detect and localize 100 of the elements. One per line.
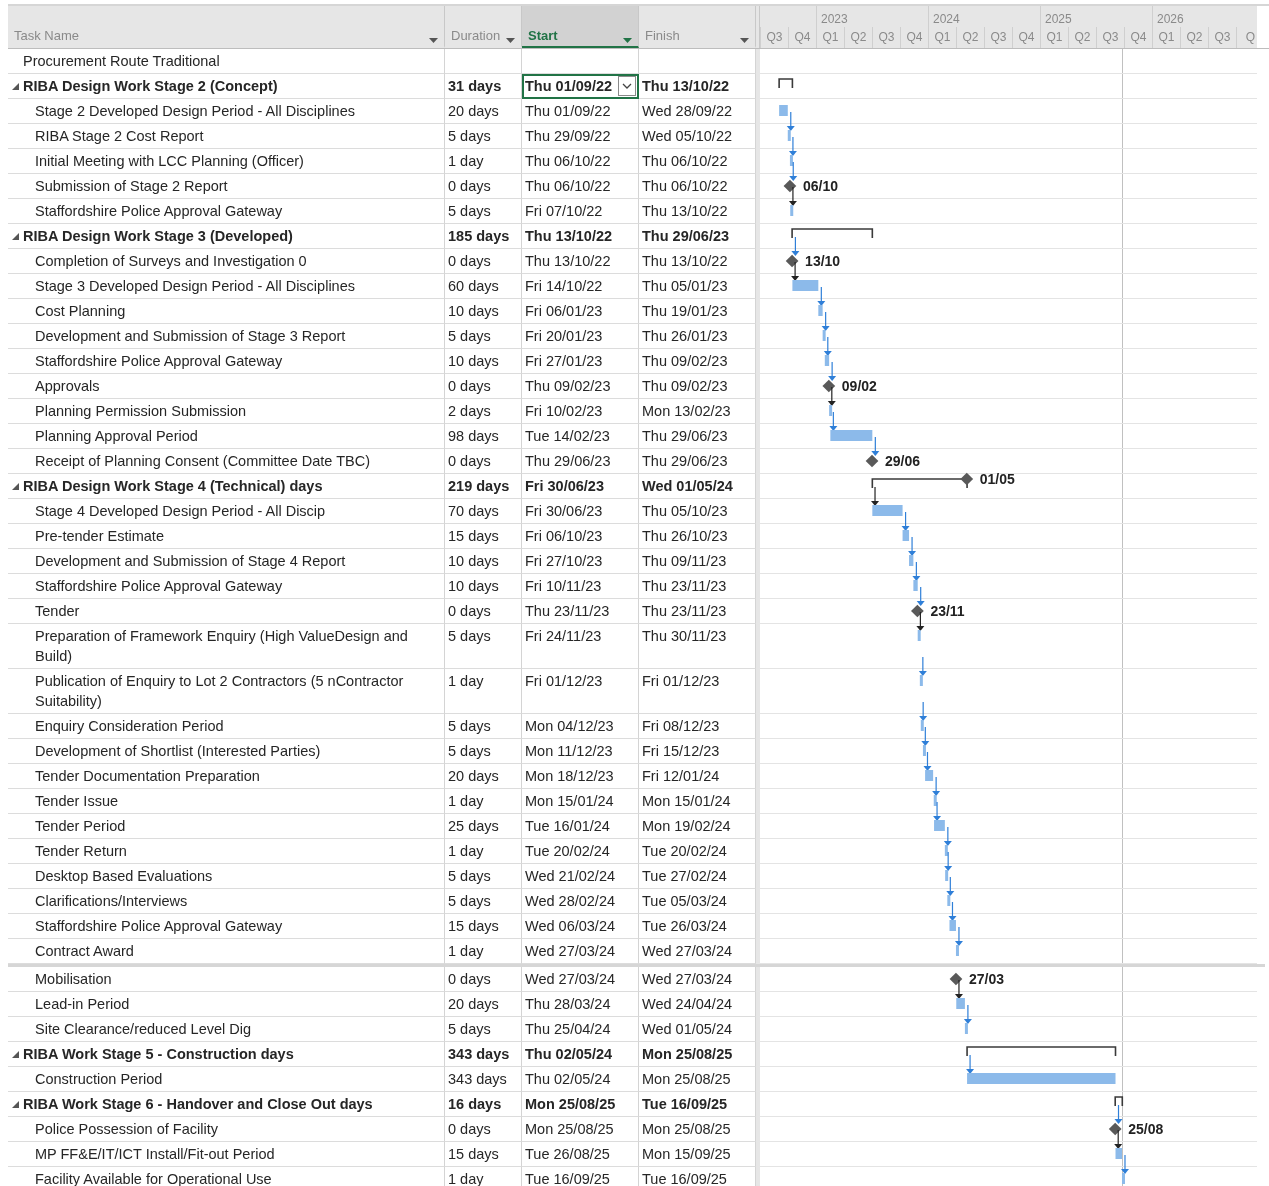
start-date-cell[interactable]: Thu 01/09/22 (522, 74, 639, 99)
start-date-text: Wed 21/02/24 (525, 867, 616, 886)
start-date-cell[interactable]: Tue 14/02/23 (522, 424, 639, 449)
task-name: Stage 4 Developed Design Period - All Discip (34, 502, 326, 521)
task-name: Procurement Route Traditional (22, 52, 220, 71)
start-date-text: Tue 14/02/23 (525, 427, 610, 446)
milestone-date-label: 09/02 (841, 378, 877, 394)
start-date-text: Wed 28/02/24 (525, 892, 616, 911)
collapse-triangle-icon[interactable] (12, 82, 19, 90)
start-date-text: Thu 06/10/22 (525, 177, 611, 196)
start-date-cell[interactable]: Fri 01/12/23 (522, 669, 639, 714)
task-name: Completion of Surveys and Investigation 0 (34, 252, 307, 271)
task-bar (945, 870, 949, 881)
start-date-cell[interactable]: Thu 01/09/22 (522, 99, 639, 124)
task-name: Publication of Enquiry to Lot 2 Contractors (5 nContractor Suitability) (34, 672, 405, 711)
column-header[interactable]: Start (522, 6, 639, 48)
task-name: Planning Approval Period (34, 427, 198, 446)
dependency-arrow (821, 311, 830, 331)
start-date-text: Wed 27/03/24 (525, 942, 616, 961)
start-date-cell[interactable]: Fri 10/11/23 (522, 574, 639, 599)
duration-cell: 5 days (445, 889, 522, 914)
start-date-cell[interactable]: Thu 09/02/23 (522, 374, 639, 399)
collapse-triangle-icon[interactable] (12, 232, 19, 240)
start-date-cell[interactable]: Thu 13/10/22 (522, 224, 639, 249)
task-name: Staffordshire Police Approval Gateway (34, 577, 283, 596)
collapse-triangle-icon[interactable] (12, 482, 19, 490)
task-bar (909, 555, 914, 566)
start-date-cell[interactable]: Tue 20/02/24 (522, 839, 639, 864)
start-date-cell[interactable]: Thu 23/11/23 (522, 599, 639, 624)
start-date-cell[interactable] (522, 49, 639, 74)
duration-cell: 10 days (445, 549, 522, 574)
task-name: Development and Submission of Stage 3 Report (34, 327, 346, 346)
start-date-cell[interactable]: Mon 15/01/24 (522, 789, 639, 814)
quarter-label: Q3 (990, 30, 1007, 44)
start-date-cell[interactable]: Thu 06/10/22 (522, 174, 639, 199)
start-date-cell[interactable]: Tue 26/08/25 (522, 1142, 639, 1167)
start-date-cell[interactable]: Fri 27/01/23 (522, 349, 639, 374)
start-date-cell[interactable]: Tue 16/09/25 (522, 1167, 639, 1186)
dropdown-arrow-icon[interactable] (623, 38, 632, 43)
start-date-cell[interactable]: Tue 16/01/24 (522, 814, 639, 839)
start-date-cell[interactable]: Fri 07/10/22 (522, 199, 639, 224)
start-date-cell[interactable]: Thu 13/10/22 (522, 249, 639, 274)
duration-cell: 10 days (445, 349, 522, 374)
dropdown-arrow-icon[interactable] (740, 38, 749, 43)
start-date-cell[interactable]: Fri 30/06/23 (522, 474, 639, 499)
duration-cell: 0 days (445, 374, 522, 399)
duration-cell: 25 days (445, 814, 522, 839)
start-date-text: Thu 09/02/23 (525, 377, 611, 396)
duration-cell: 5 days (445, 324, 522, 349)
start-date-text: Fri 30/06/23 (525, 502, 603, 521)
start-date-cell[interactable]: Mon 18/12/23 (522, 764, 639, 789)
duration-cell: 1 day (445, 149, 522, 174)
collapse-triangle-icon[interactable] (12, 1050, 19, 1058)
duration-cell: 0 days (445, 1117, 522, 1142)
start-date-text: Fri 10/11/23 (525, 577, 602, 596)
milestone-date-label: 25/08 (1128, 1121, 1164, 1137)
start-date-text: Wed 27/03/24 (525, 970, 616, 989)
start-date-cell[interactable]: Fri 30/06/23 (522, 499, 639, 524)
collapse-triangle-icon[interactable] (12, 1100, 19, 1108)
start-date-cell[interactable]: Mon 25/08/25 (522, 1092, 639, 1117)
task-bar (920, 720, 924, 731)
start-date-cell[interactable]: Fri 24/11/23 (522, 624, 639, 669)
task-name: Lead-in Period (34, 995, 130, 1014)
start-date-cell[interactable]: Fri 10/02/23 (522, 399, 639, 424)
dependency-arrow (954, 979, 963, 999)
start-date-cell[interactable]: Wed 21/02/24 (522, 864, 639, 889)
year-label: 2024 (933, 12, 960, 26)
start-date-cell[interactable]: Fri 06/01/23 (522, 299, 639, 324)
dependency-arrow (827, 386, 836, 406)
start-date-cell[interactable]: Fri 27/10/23 (522, 549, 639, 574)
start-date-cell[interactable]: Mon 11/12/23 (522, 739, 639, 764)
start-date-cell[interactable]: Thu 29/06/23 (522, 449, 639, 474)
task-name: Stage 3 Developed Design Period - All Disciplines (34, 277, 355, 296)
start-date-cell[interactable]: Mon 25/08/25 (522, 1117, 639, 1142)
milestone-date-label: 01/05 (979, 471, 1015, 487)
start-date-cell[interactable]: Thu 25/04/24 (522, 1017, 639, 1042)
start-date-cell[interactable]: Thu 28/03/24 (522, 992, 639, 1017)
start-date-text: Mon 18/12/23 (525, 767, 614, 786)
task-name: MP FF&E/IT/ICT Install/Fit-out Period (34, 1145, 275, 1164)
milestone-diamond (911, 604, 924, 618)
start-date-cell[interactable]: Mon 04/12/23 (522, 714, 639, 739)
dropdown-arrow-icon[interactable] (506, 38, 515, 43)
duration-cell: 16 days (445, 1092, 522, 1117)
start-date-cell[interactable]: Wed 27/03/24 (522, 967, 639, 992)
start-date-cell[interactable]: Wed 06/03/24 (522, 914, 639, 939)
dependency-arrow (918, 656, 927, 676)
start-date-cell[interactable]: Thu 29/09/22 (522, 124, 639, 149)
start-date-cell[interactable]: Thu 06/10/22 (522, 149, 639, 174)
start-date-cell[interactable]: Fri 06/10/23 (522, 524, 639, 549)
dropdown-arrow-icon[interactable] (429, 38, 438, 43)
dropdown-caret-icon[interactable] (618, 76, 636, 96)
summary-task-name: RIBA Work Stage 5 - Construction days (22, 1045, 294, 1064)
start-date-text: Fri 27/10/23 (525, 552, 603, 571)
start-date-cell[interactable]: Thu 02/05/24 (522, 1042, 639, 1067)
start-date-cell[interactable]: Fri 14/10/22 (522, 274, 639, 299)
start-date-cell[interactable]: Thu 02/05/24 (522, 1067, 639, 1092)
start-date-cell[interactable]: Wed 28/02/24 (522, 889, 639, 914)
dependency-arrow (786, 111, 795, 131)
task-name: Receipt of Planning Consent (Committee Date TBC) (34, 452, 370, 471)
start-date-cell[interactable]: Fri 20/01/23 (522, 324, 639, 349)
